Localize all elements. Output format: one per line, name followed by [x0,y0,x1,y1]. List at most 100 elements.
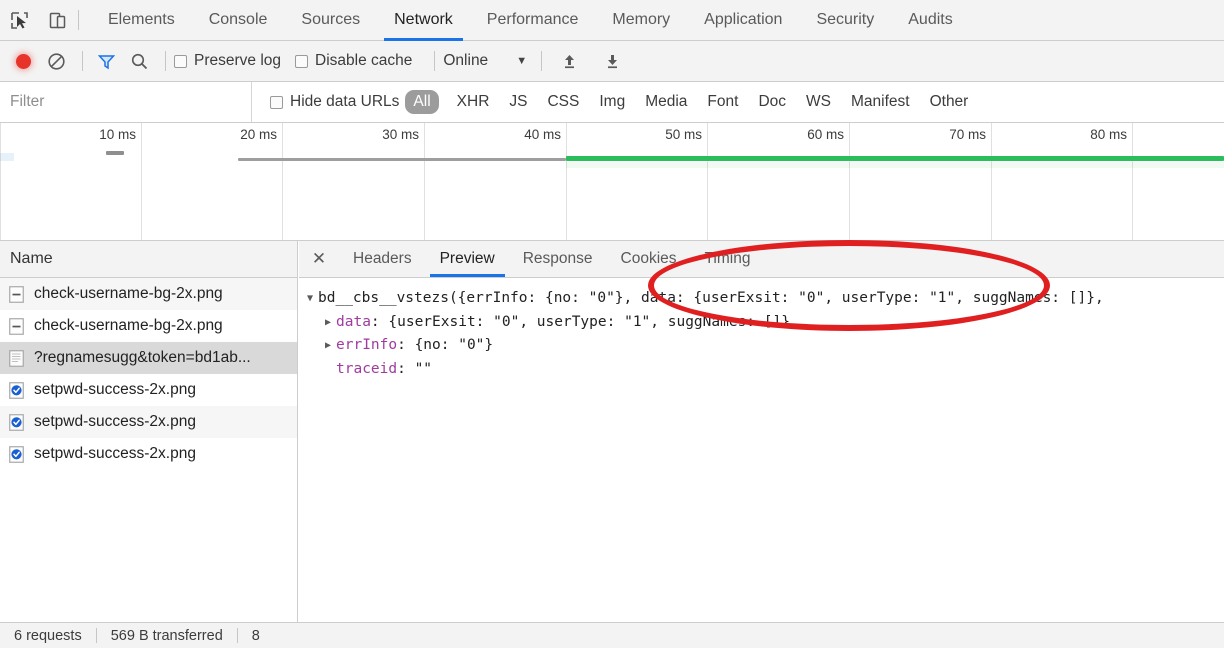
json-value: : {userExsit: "0", userType: "1", suggNa… [370,313,790,330]
network-toolbar: Preserve log Disable cache Online ▼ [0,41,1224,82]
json-node-errinfo[interactable]: ▶ errInfo: {no: "0"} [307,334,1224,358]
search-icon[interactable] [124,46,154,76]
tab-application[interactable]: Application [687,0,799,41]
request-name: setpwd-success-2x.png [34,381,196,398]
tab-headers[interactable]: Headers [339,241,426,277]
table-row[interactable]: setpwd-success-2x.png [0,406,297,438]
tab-memory[interactable]: Memory [595,0,687,41]
waterfall-band-tint [566,162,1224,168]
tab-cookies[interactable]: Cookies [607,241,691,277]
detail-tabs: ✕ Headers Preview Response Cookies Timin… [299,241,1224,278]
timeline-tick-60ms: 60 ms [807,127,844,142]
json-node-traceid[interactable]: traceid: "" [307,358,1224,382]
waterfall-bar-request [238,158,566,161]
type-filter-label: Media [645,93,688,110]
type-filter-media[interactable]: Media [637,90,695,114]
json-root-line[interactable]: ▼ bd__cbs__vstezs({errInfo: {no: "0"}, da… [307,287,1224,311]
type-filter-js[interactable]: JS [501,90,535,114]
json-root-text: bd__cbs__vstezs({errInfo: {no: "0"}, dat… [318,290,1104,306]
hide-data-urls-checkbox[interactable]: Hide data URLs [270,93,399,111]
json-key: data [336,313,371,330]
checkbox-box [270,95,283,109]
tab-label: Application [704,11,783,28]
tab-network[interactable]: Network [377,0,470,41]
import-har-icon[interactable] [554,46,584,76]
throttling-select[interactable]: Online ▼ [443,52,527,70]
timeline-tick-30ms: 30 ms [382,127,419,142]
export-har-icon[interactable] [597,46,627,76]
table-row[interactable]: check-username-bg-2x.png [0,310,297,342]
record-stop-icon[interactable] [8,46,38,76]
timeline-tick-10ms: 10 ms [99,127,136,142]
inspect-element-icon[interactable] [0,0,38,41]
preserve-log-label: Preserve log [194,52,282,69]
table-row[interactable]: setpwd-success-2x.png [0,374,297,406]
tab-label: Performance [486,11,579,28]
type-filter-img[interactable]: Img [591,90,633,114]
chevron-right-icon[interactable]: ▶ [325,311,336,335]
type-filter-other[interactable]: Other [922,90,977,114]
type-filter-all[interactable]: All [405,90,439,114]
status-requests-count: 6 requests [14,627,82,644]
type-filter-css[interactable]: CSS [539,90,587,114]
chevron-right-icon[interactable]: ▶ [325,334,336,358]
preview-json-tree[interactable]: ▼ bd__cbs__vstezs({errInfo: {no: "0"}, da… [299,279,1224,622]
tab-label: Audits [908,11,953,28]
tab-sources[interactable]: Sources [284,0,377,41]
type-filter-font[interactable]: Font [699,90,746,114]
request-detail-panel: ✕ Headers Preview Response Cookies Timin… [299,241,1224,622]
timeline-tick-80ms: 80 ms [1090,127,1127,142]
json-node-data[interactable]: ▶ data: {userExsit: "0", userType: "1", s… [307,311,1224,335]
type-filter-label: CSS [547,93,580,110]
request-name: ?regnamesugg&token=bd1ab... [34,349,251,366]
json-value: : "" [397,360,433,377]
tab-elements[interactable]: Elements [91,0,192,41]
toolbar-divider [82,51,83,71]
detail-tab-label: Response [522,250,593,267]
preserve-log-checkbox[interactable]: Preserve log [174,52,281,70]
network-overview-timeline[interactable]: 10 ms 20 ms 30 ms 40 ms 50 ms 60 ms 70 m… [0,123,1224,241]
tab-response[interactable]: Response [509,241,607,277]
image-placeholder-icon [8,317,25,336]
tab-performance[interactable]: Performance [470,0,596,41]
json-value: : {no: "0"} [397,337,494,353]
type-filter-doc[interactable]: Doc [750,90,794,114]
table-row[interactable]: check-username-bg-2x.png [0,278,297,310]
clear-icon[interactable] [41,46,71,76]
type-filter-ws[interactable]: WS [798,90,839,114]
waterfall-bar-small [106,151,124,155]
chevron-down-icon[interactable]: ▼ [307,287,318,311]
disable-cache-label: Disable cache [315,52,413,69]
column-header-name[interactable]: Name [0,241,297,278]
disable-cache-checkbox[interactable]: Disable cache [295,52,412,70]
table-row[interactable]: setpwd-success-2x.png [0,438,297,470]
tab-label: Elements [108,11,175,28]
detail-tab-label: Preview [439,250,495,267]
status-transferred: 569 B transferred [110,627,223,644]
image-success-icon [8,381,25,400]
tab-preview[interactable]: Preview [426,241,509,277]
document-icon [8,349,25,368]
type-filter-label: All [413,93,431,110]
network-filter-bar: Hide data URLs All XHR JS CSS Img Media … [0,82,1224,123]
tab-security[interactable]: Security [799,0,891,41]
chevron-down-icon: ▼ [516,55,528,67]
json-key: errInfo [336,337,398,353]
tab-console[interactable]: Console [192,0,285,41]
toggle-device-toolbar-icon[interactable] [38,0,76,41]
tab-label: Sources [301,11,361,28]
tab-label: Security [816,11,875,28]
network-content-split: Name check-username-bg-2x.png check-user… [0,241,1224,622]
devtools-panel-tabs: Elements Console Sources Network Perform… [91,0,970,41]
tab-label: Memory [612,11,671,28]
tab-audits[interactable]: Audits [891,0,969,41]
filter-icon[interactable] [91,46,121,76]
type-filter-xhr[interactable]: XHR [449,90,498,114]
tab-timing[interactable]: Timing [691,241,765,277]
filter-input[interactable] [0,82,252,122]
type-filter-manifest[interactable]: Manifest [843,90,918,114]
type-filter-label: Img [599,93,626,110]
close-icon[interactable]: ✕ [299,241,339,277]
table-row[interactable]: ?regnamesugg&token=bd1ab... [0,342,297,374]
toolbar-divider [434,51,436,71]
